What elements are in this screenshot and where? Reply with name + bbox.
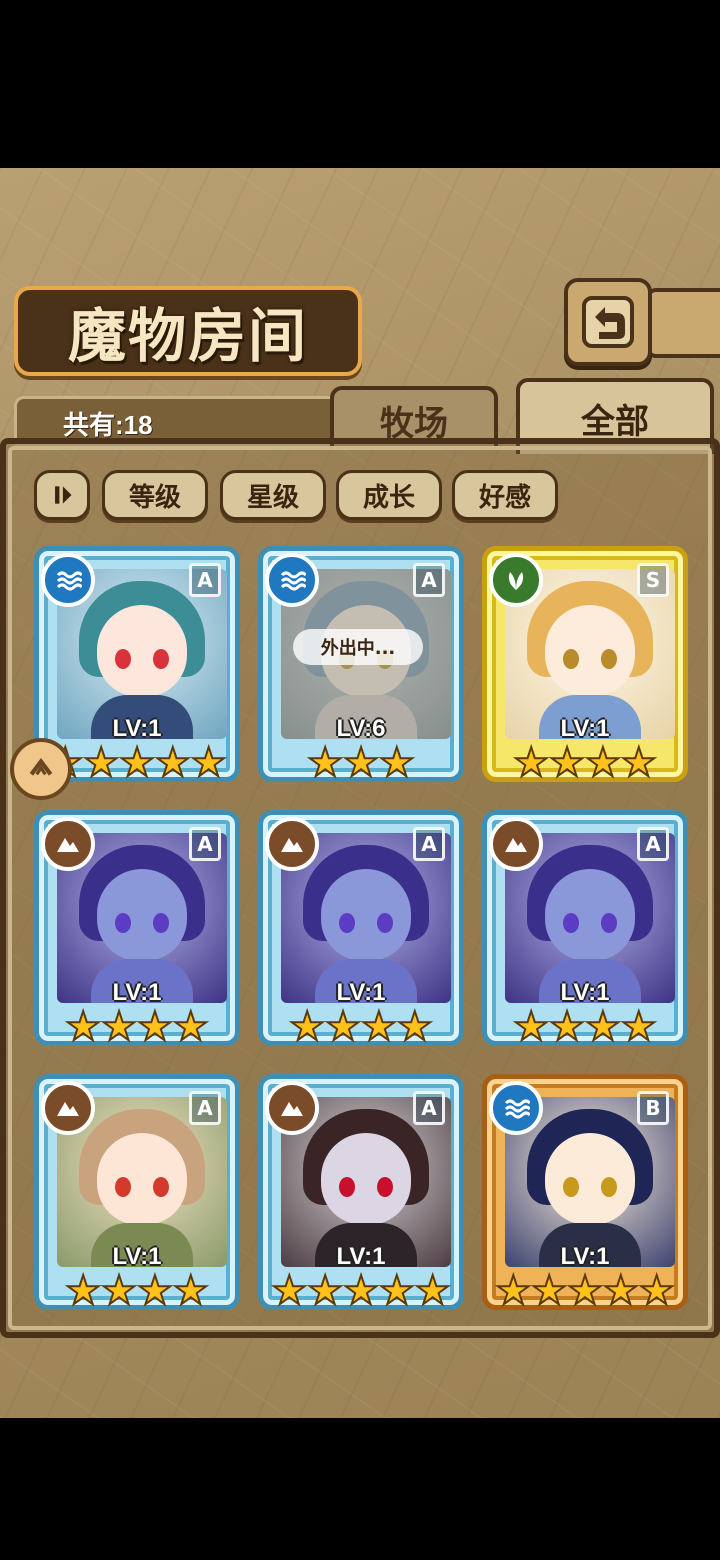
water-element-icon [41,553,95,607]
star-icon: ★ [288,1004,326,1050]
star-icon: ★ [306,740,344,786]
earth-element-icon [41,817,95,871]
lock-icon [29,757,53,776]
water-element-icon [265,553,319,607]
star-icon: ★ [620,740,658,786]
monster-card[interactable]: A LV:1 ★★★★★ [34,546,240,786]
monster-card[interactable]: S LV:1 ★ ★ ★ ★ [482,546,688,786]
star-icon: ★ [566,1268,604,1314]
rank-badge: A [413,1091,445,1125]
star-icon: ★ [512,1004,550,1050]
star-icon: ★ [396,1004,434,1050]
monster-level: LV:1 [560,715,610,742]
star-icon: ★ [136,1004,174,1050]
star-icon: ★ [64,1268,102,1314]
rank-badge: A [637,827,669,861]
star-icon: ★ [118,740,156,786]
monster-level: LV:1 [112,979,162,1006]
star-rating: ★ ★ ★ ★ [263,1004,459,1050]
filter-growth-button[interactable]: 成长 [336,470,442,520]
star-icon: ★ [414,1268,452,1314]
filter-star-button[interactable]: 星级 [220,470,326,520]
monster-card[interactable]: A LV:1 ★ ★ ★ ★ [482,810,688,1050]
earth-element-icon [265,1081,319,1135]
star-icon: ★ [342,1268,380,1314]
star-icon: ★ [584,740,622,786]
star-icon: ★ [378,740,416,786]
star-icon: ★ [530,1268,568,1314]
back-button[interactable] [564,278,652,366]
rank-badge: A [413,563,445,597]
star-icon: ★ [324,1004,362,1050]
monster-card[interactable]: A LV:1 ★ ★ ★ ★ [258,810,464,1050]
page-title: 魔物房间 [67,302,308,370]
lock-button[interactable] [10,738,72,800]
monster-card[interactable]: B LV:1 ★ ★ ★ ★ ★ [482,1074,688,1314]
rank-badge: A [189,827,221,861]
star-icon: ★ [306,1268,344,1314]
monster-level: LV:1 [336,1243,386,1270]
title-plate: 魔物房间 [14,286,362,376]
back-button-rail [646,288,720,358]
monster-level: LV:1 [336,979,386,1006]
star-icon: ★ [270,1268,308,1314]
monster-level: LV:1 [560,979,610,1006]
monster-card[interactable]: A LV:1 ★ ★ ★ ★ [34,1074,240,1314]
star-icon: ★ [360,1004,398,1050]
star-icon: ★ [584,1004,622,1050]
star-rating: ★ ★ ★ ★ [39,1004,235,1050]
monster-level: LV:1 [112,1243,162,1270]
star-icon: ★ [82,740,120,786]
star-icon: ★ [494,1268,532,1314]
rank-badge: A [189,563,221,597]
back-arrow-icon [582,296,634,348]
star-icon: ★ [100,1004,138,1050]
rank-badge: A [189,1091,221,1125]
star-icon: ★ [548,1004,586,1050]
monster-count: 共有:18 [63,410,153,440]
star-rating: ★★★★★ [263,1268,459,1314]
filter-level-button[interactable]: 等级 [102,470,208,520]
monster-card[interactable]: 外出中... A LV:6 ★ ★ ★ [258,546,464,786]
star-icon: ★ [64,1004,102,1050]
star-icon: ★ [548,740,586,786]
star-rating: ★ ★ ★ ★ [487,1004,683,1050]
away-status-label: 外出中... [293,629,423,665]
rank-badge: S [637,563,669,597]
rank-badge: A [413,827,445,861]
star-rating: ★ ★ ★ ★ [39,1268,235,1314]
star-rating: ★★★★★ [487,1268,683,1314]
monster-level: LV:1 [112,715,162,742]
earth-element-icon [489,817,543,871]
star-icon: ★ [172,1004,210,1050]
star-icon: ★ [154,740,192,786]
sort-toggle-button[interactable] [34,470,90,520]
filter-affection-button[interactable]: 好感 [452,470,558,520]
rank-badge: B [637,1091,669,1125]
monster-room-panel: 魔物房间 共有:18 牧场 全部 等级 星级 成长 好感 A LV:1 ★ ★ … [0,168,720,1418]
star-icon: ★ [378,1268,416,1314]
star-rating: ★ ★ ★ [263,740,459,786]
star-icon: ★ [136,1268,174,1314]
star-icon: ★ [620,1004,658,1050]
monster-level: LV:1 [560,1243,610,1270]
water-element-icon [489,1081,543,1135]
star-icon: ★ [172,1268,210,1314]
star-icon: ★ [602,1268,640,1314]
star-icon: ★ [342,740,380,786]
earth-element-icon [41,1081,95,1135]
star-icon: ★ [100,1268,138,1314]
sort-toggle-icon [55,486,72,504]
star-icon: ★ [638,1268,676,1314]
earth-element-icon [265,817,319,871]
monster-level: LV:6 [336,715,386,742]
star-icon: ★ [512,740,550,786]
monster-card[interactable]: A LV:1 ★ ★ ★ ★ [34,810,240,1050]
star-icon: ★ [190,740,228,786]
monster-card[interactable]: A LV:1 ★★★★★ [258,1074,464,1314]
star-rating: ★ ★ ★ ★ [487,740,683,786]
leaf-element-icon [489,553,543,607]
